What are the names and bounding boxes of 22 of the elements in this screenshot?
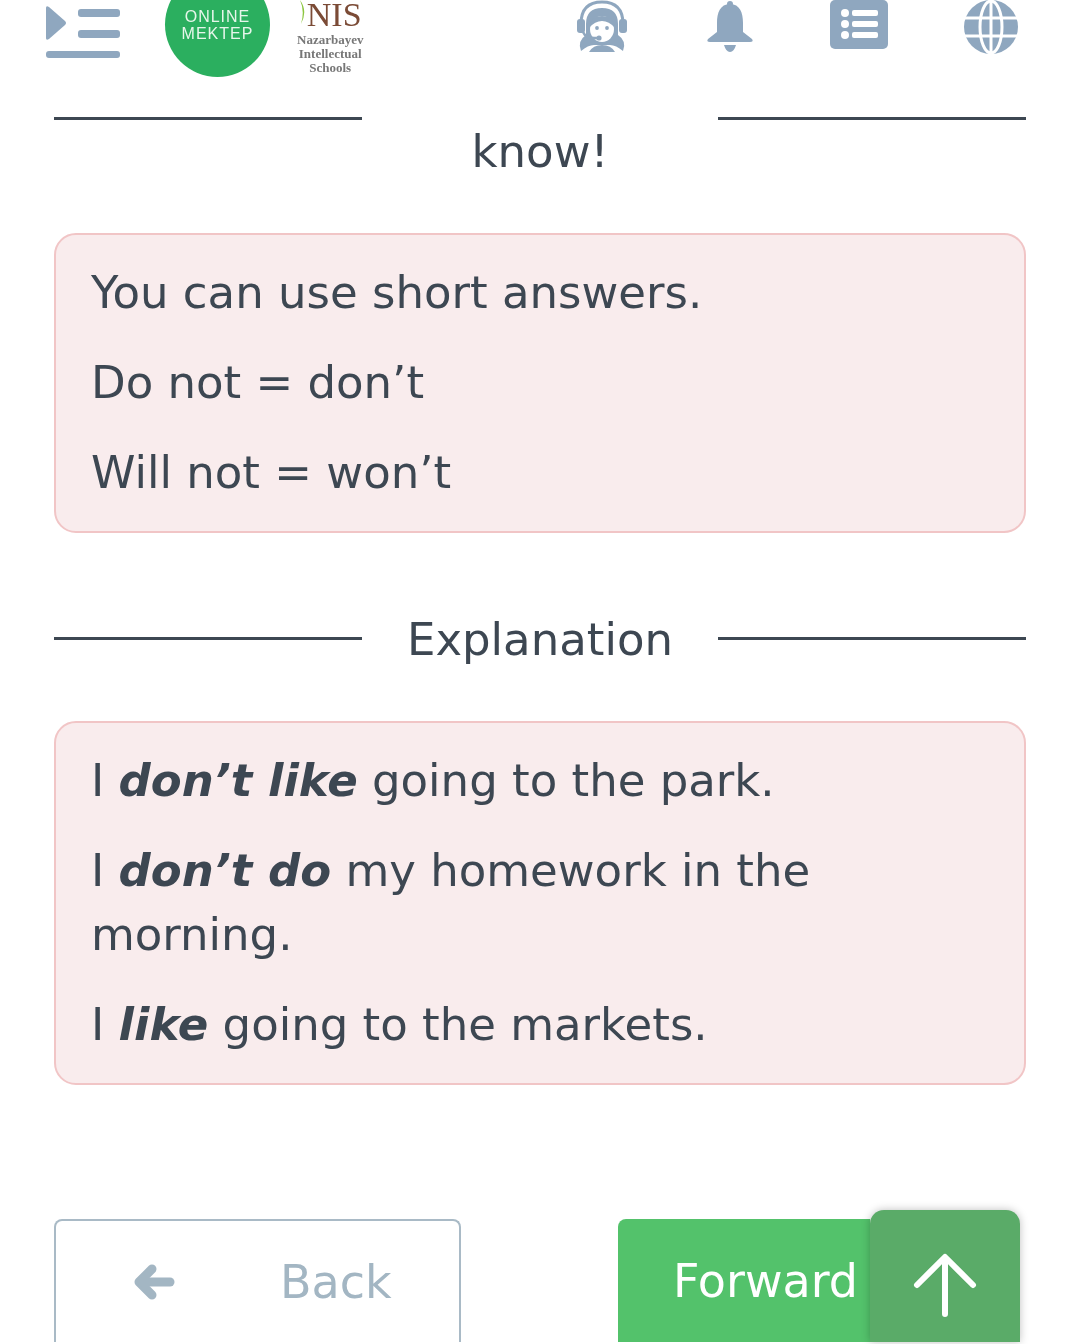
bell-icon[interactable]	[704, 0, 756, 52]
example-sentence: I don’t do my homework in the morning.	[91, 843, 812, 963]
menu-icon[interactable]	[46, 5, 120, 58]
arrow-up-icon	[912, 1253, 978, 1317]
back-button[interactable]: Back	[54, 1219, 461, 1342]
rule-text: You can use short answers.	[91, 265, 704, 321]
list-icon[interactable]	[830, 0, 888, 49]
section-heading: know!	[470, 124, 610, 177]
logo-text: NIS	[306, 0, 362, 30]
headset-person-icon[interactable]	[574, 0, 630, 52]
logo-text: MEKTEP	[181, 24, 254, 42]
logo-caption: Nazarbayev Intellectual Schools	[297, 33, 364, 75]
section-heading: Explanation	[406, 615, 674, 665]
globe-icon[interactable]	[962, 0, 1020, 54]
example-sentence: I like going to the markets.	[91, 997, 709, 1053]
forward-button[interactable]: Forward	[618, 1219, 870, 1342]
logo-text: ONLINE	[184, 7, 251, 25]
rule-text: Do not = don’t	[91, 355, 426, 411]
rule-text: Will not = won’t	[91, 445, 453, 501]
scroll-top-button[interactable]	[870, 1210, 1020, 1342]
example-sentence: I don’t like going to the park.	[91, 753, 776, 809]
crescent-icon	[298, 0, 307, 24]
